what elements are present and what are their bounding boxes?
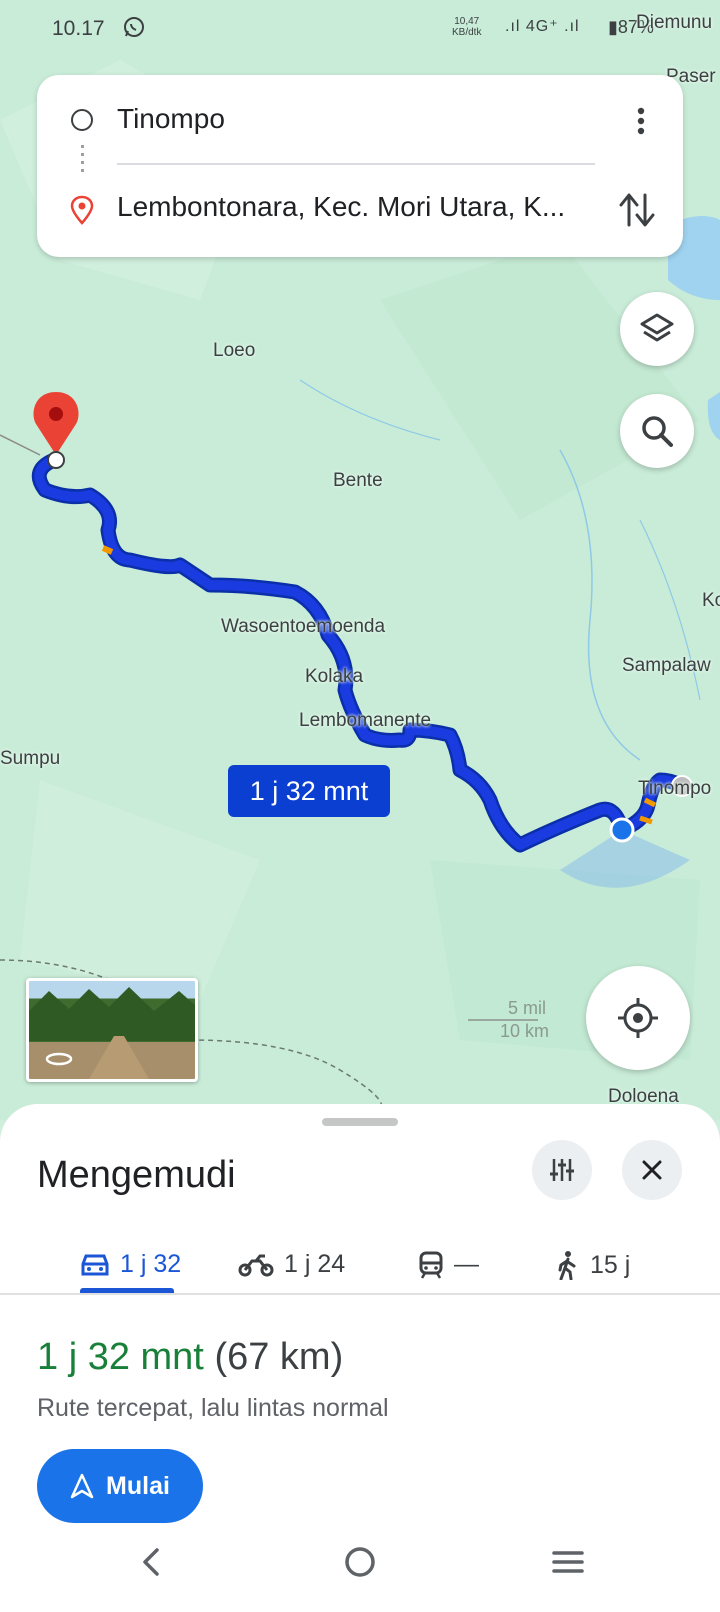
route-distance: (67 km) (214, 1336, 344, 1378)
current-location-dot (609, 817, 635, 843)
system-nav-bar (0, 1524, 720, 1612)
status-time: 10.17 (52, 17, 105, 40)
tab-motorcycle-label: 1 j 24 (284, 1250, 346, 1278)
layers-icon (640, 313, 674, 342)
home-nav-icon[interactable] (340, 1542, 380, 1582)
walk-icon (558, 1251, 576, 1280)
whatsapp-icon (124, 17, 144, 37)
route-duration: 1 j 32 mnt (37, 1336, 204, 1378)
street-view-image (29, 987, 195, 1079)
tab-driving[interactable]: 1 j 32 (80, 1250, 181, 1279)
close-button[interactable] (622, 1140, 682, 1200)
network-speed: 10,47 KB/dtk (452, 16, 481, 38)
tune-sliders-icon (550, 1159, 574, 1181)
sheet-title: Mengemudi (37, 1154, 236, 1196)
map-label-tinompo: Tinompo (638, 778, 712, 799)
destination-pin-small-icon (70, 195, 94, 225)
tab-motorcycle[interactable]: 1 j 24 (238, 1250, 345, 1279)
origin-field[interactable]: Tinompo (117, 103, 607, 135)
map-label-sampalaw: Sampalaw (622, 655, 711, 676)
scale-miles: 5 mil (508, 998, 547, 1018)
tabs-divider (0, 1293, 720, 1295)
start-label: Mulai (106, 1471, 170, 1500)
signal-indicator: .ıl 4G⁺ .ıl (505, 18, 580, 35)
scale-km: 10 km (500, 1021, 550, 1041)
directions-bottom-sheet: Mengemudi 1 j 32 1 j 24 — 15 j 1 j 32 mn… (0, 1104, 720, 1612)
transit-icon (419, 1251, 443, 1279)
more-options-icon[interactable] (629, 101, 653, 141)
search-icon (642, 416, 673, 447)
field-divider (117, 163, 595, 165)
tab-walking[interactable]: 15 j (554, 1250, 630, 1280)
rotate-360-icon (45, 1052, 73, 1066)
map-label-diemunu: Diemunu (636, 12, 713, 33)
car-icon (81, 1254, 109, 1275)
tab-transit[interactable]: — (418, 1250, 479, 1279)
map-label-lembomanente: Lembomanente (299, 710, 432, 731)
origin-circle-icon (71, 109, 93, 131)
back-nav-icon[interactable] (133, 1542, 173, 1582)
sheet-drag-handle[interactable] (322, 1118, 398, 1126)
motorcycle-icon (238, 1254, 274, 1276)
map-label-ko: Ko (702, 590, 720, 611)
map-scale: 5 mil 10 km (468, 998, 549, 1042)
route-summary: 1 j 32 mnt (67 km) (37, 1336, 343, 1379)
swap-directions-icon[interactable] (617, 187, 657, 233)
recents-menu-nav-icon[interactable] (548, 1542, 588, 1582)
net-speed-value: 10,47 (454, 16, 480, 27)
travel-mode-tabs: 1 j 32 1 j 24 — 15 j (0, 1230, 720, 1314)
map-label-bente: Bente (333, 470, 383, 491)
layers-button[interactable] (620, 292, 694, 366)
map-label-wasoentoemoenda: Wasoentoemoenda (221, 616, 386, 637)
tab-transit-label: — (454, 1250, 479, 1278)
tab-walking-label: 15 j (590, 1250, 631, 1279)
navigation-arrow-icon (70, 1473, 94, 1499)
map-label-kolaka: Kolaka (305, 666, 364, 687)
directions-search-card: Tinompo Lembontonara, Kec. Mori Utara, K… (37, 75, 683, 257)
tab-driving-label: 1 j 32 (120, 1250, 182, 1278)
route-options-button[interactable] (532, 1140, 592, 1200)
crosshair-location-icon (618, 998, 658, 1038)
search-along-route-button[interactable] (620, 394, 694, 468)
route-eta-chip[interactable]: 1 j 32 mnt (228, 765, 390, 817)
route-description: Rute tercepat, lalu lintas normal (37, 1394, 389, 1422)
street-view-thumbnail[interactable] (26, 978, 198, 1082)
net-speed-unit: KB/dtk (452, 27, 482, 38)
my-location-button[interactable] (586, 966, 690, 1070)
map-label-sumpu: Sumpu (0, 748, 61, 769)
status-bar: 10.17 10,47 KB/dtk .ıl 4G⁺ .ıl ▮87% (0, 0, 720, 60)
route-connector-dots (81, 145, 84, 175)
start-navigation-button[interactable]: Mulai (37, 1449, 203, 1523)
close-icon (642, 1160, 662, 1180)
destination-field[interactable]: Lembontonara, Kec. Mori Utara, K... (117, 191, 607, 223)
map-label-loeo: Loeo (213, 340, 256, 361)
